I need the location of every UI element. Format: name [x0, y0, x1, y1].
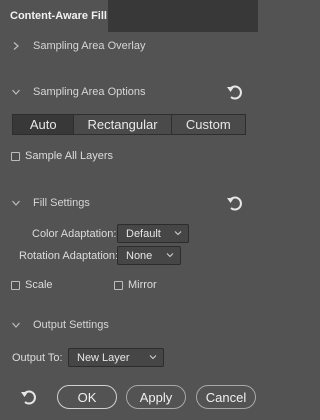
reset-icon[interactable]	[20, 389, 38, 405]
chevron-down-icon[interactable]	[11, 87, 21, 97]
color-adaptation-value: Default	[126, 227, 161, 240]
output-to-value: New Layer	[77, 351, 130, 364]
rotation-adaptation-dropdown[interactable]: None	[117, 246, 181, 265]
section-label: Sampling Area Options	[33, 86, 146, 98]
rotation-adaptation-label: Rotation Adaptation:	[19, 250, 119, 262]
chevron-down-icon	[174, 231, 182, 236]
cancel-button[interactable]: Cancel	[196, 385, 256, 409]
reset-icon[interactable]	[226, 84, 244, 100]
mirror-checkbox[interactable]	[114, 281, 123, 290]
chevron-down-icon[interactable]	[11, 320, 21, 330]
output-to-dropdown[interactable]: New Layer	[68, 348, 164, 367]
rotation-adaptation-value: None	[126, 249, 153, 262]
panel-tab-content-aware-fill[interactable]: Content-Aware Fill	[0, 0, 108, 33]
chevron-down-icon[interactable]	[11, 198, 21, 208]
section-label: Output Settings	[33, 319, 109, 331]
sampling-mode-segmented-control: Auto Rectangular Custom	[12, 114, 246, 135]
chevron-down-icon	[149, 355, 157, 360]
sampling-mode-custom[interactable]: Custom	[172, 115, 245, 134]
section-label: Sampling Area Overlay	[33, 40, 146, 52]
apply-button[interactable]: Apply	[126, 385, 186, 409]
sampling-mode-rectangular[interactable]: Rectangular	[74, 115, 172, 134]
section-sampling-area-options[interactable]: Sampling Area Options	[0, 84, 258, 100]
color-adaptation-label: Color Adaptation:	[32, 228, 117, 240]
mirror-label[interactable]: Mirror	[128, 279, 157, 291]
sample-all-layers-checkbox[interactable]	[11, 152, 20, 161]
scale-checkbox[interactable]	[11, 281, 20, 290]
chevron-down-icon	[166, 253, 174, 258]
ok-button[interactable]: OK	[57, 385, 117, 409]
section-sampling-area-overlay[interactable]: Sampling Area Overlay	[0, 38, 258, 54]
section-fill-settings[interactable]: Fill Settings	[0, 195, 258, 211]
panel-tab-bar: Content-Aware Fill	[0, 0, 258, 33]
chevron-right-icon[interactable]	[11, 41, 21, 51]
reset-icon[interactable]	[226, 195, 244, 211]
color-adaptation-dropdown[interactable]: Default	[117, 224, 189, 243]
output-to-label: Output To:	[12, 352, 63, 364]
section-label: Fill Settings	[33, 197, 90, 209]
sample-all-layers-label[interactable]: Sample All Layers	[25, 150, 113, 162]
sampling-mode-auto[interactable]: Auto	[13, 115, 75, 134]
scale-label[interactable]: Scale	[25, 279, 53, 291]
section-output-settings[interactable]: Output Settings	[0, 317, 258, 333]
